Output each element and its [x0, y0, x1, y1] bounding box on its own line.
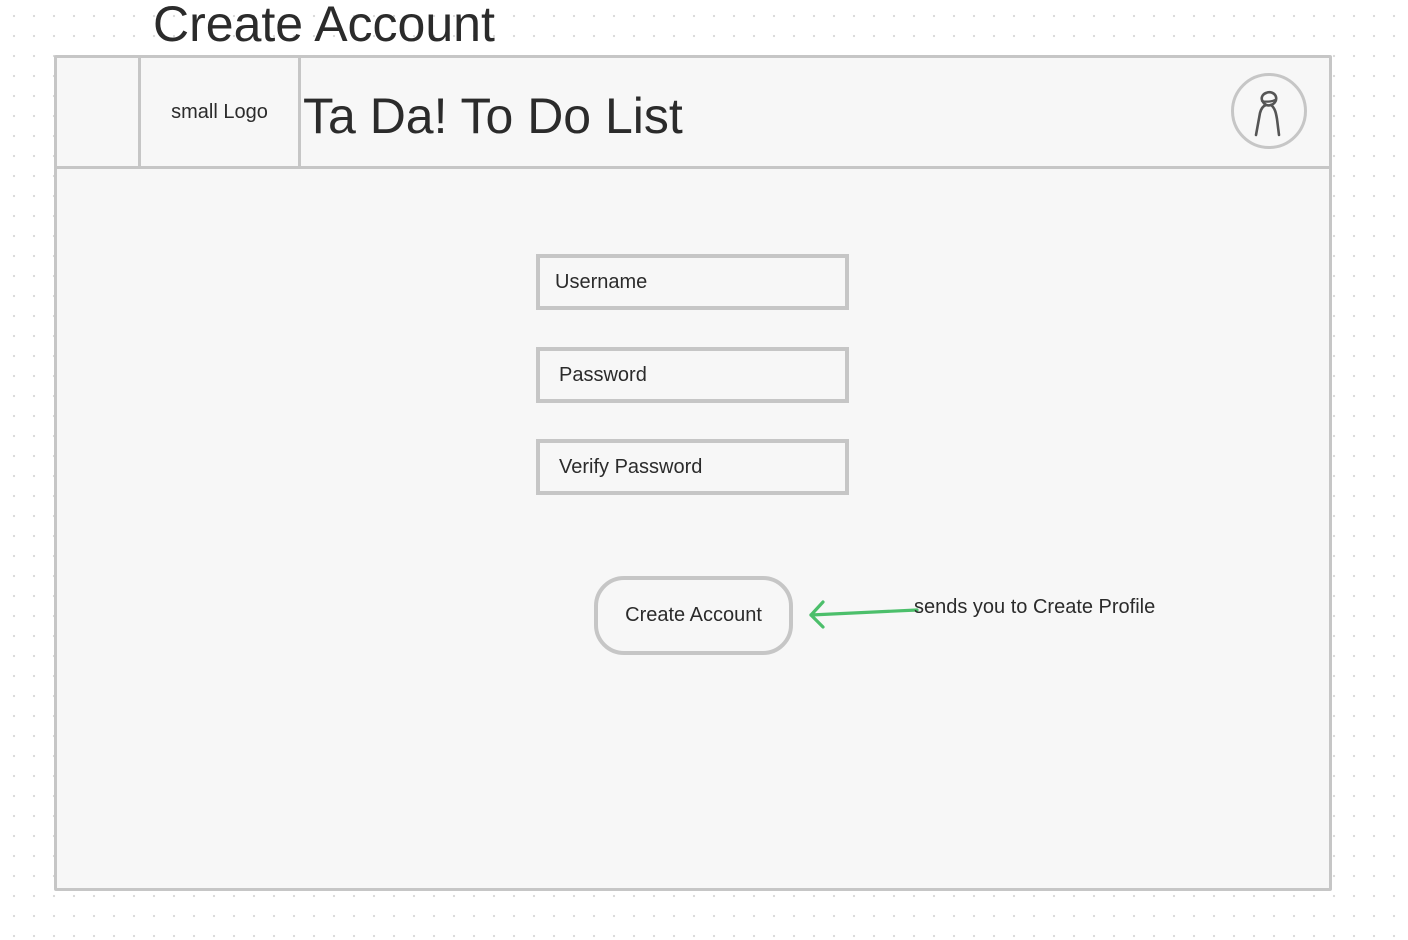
app-header: small Logo Ta Da! To Do List — [57, 58, 1329, 169]
annotation-text: sends you to Create Profile — [914, 596, 1156, 618]
user-avatar-icon — [1254, 90, 1281, 137]
username-placeholder: Username — [555, 270, 648, 293]
logo-text: small Logo — [171, 100, 268, 123]
password-placeholder: Password — [559, 363, 647, 386]
user-avatar-button[interactable] — [1231, 73, 1307, 149]
password-field[interactable]: Password — [536, 347, 849, 403]
create-account-button[interactable]: Create Account — [594, 576, 793, 655]
verify-password-field[interactable]: Verify Password — [536, 439, 849, 495]
menu-placeholder[interactable] — [57, 58, 141, 166]
create-account-label: Create Account — [625, 604, 762, 626]
small-logo[interactable]: small Logo — [141, 58, 301, 166]
annotation-arrow-icon — [809, 600, 919, 629]
frame-title: Create Account — [153, 0, 495, 52]
username-field[interactable]: Username — [536, 254, 849, 310]
app-window: small Logo Ta Da! To Do List Username Pa… — [54, 55, 1332, 891]
app-title: Ta Da! To Do List — [303, 88, 683, 144]
verify-password-placeholder: Verify Password — [559, 455, 703, 478]
